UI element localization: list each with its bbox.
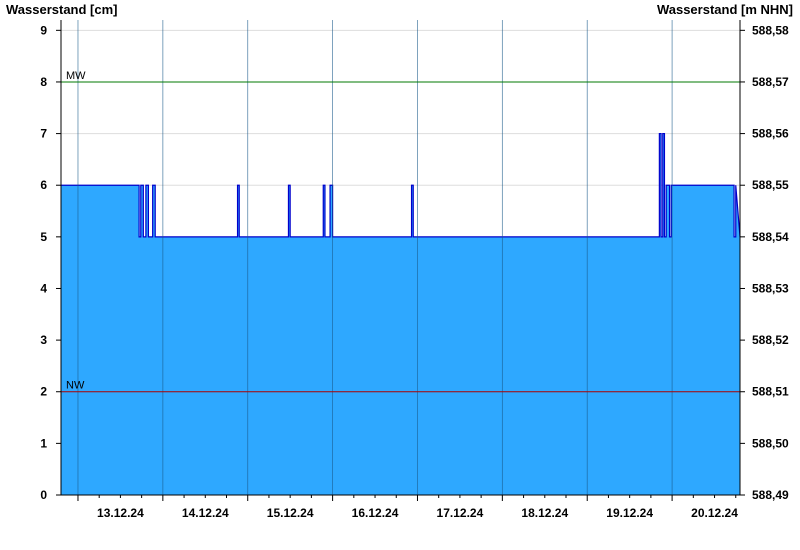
x-tick-label: 18.12.24 — [521, 506, 568, 520]
left-tick-label: 1 — [40, 436, 47, 450]
right-axis-title: Wasserstand [m NHN] — [657, 2, 793, 17]
left-tick-label: 8 — [40, 75, 47, 89]
left-tick-label: 9 — [40, 23, 47, 37]
x-tick-label: 13.12.24 — [97, 506, 144, 520]
right-tick-label: 588,51 — [752, 385, 789, 399]
right-tick-label: 588,57 — [752, 75, 789, 89]
right-tick-label: 588,49 — [752, 488, 789, 502]
x-tick-label: 15.12.24 — [267, 506, 314, 520]
left-tick-label: 0 — [40, 488, 47, 502]
right-tick-label: 588,54 — [752, 230, 789, 244]
left-axis-title: Wasserstand [cm] — [6, 2, 118, 17]
reference-label-mw: MW — [66, 70, 86, 82]
right-tick-label: 588,52 — [752, 333, 789, 347]
right-tick-label: 588,50 — [752, 436, 789, 450]
left-tick-label: 2 — [40, 385, 47, 399]
x-tick-label: 19.12.24 — [606, 506, 653, 520]
right-tick-label: 588,53 — [752, 281, 789, 295]
x-tick-label: 20.12.24 — [691, 506, 738, 520]
water-level-chart: Wasserstand [cm] Wasserstand [m NHN] MW N… — [6, 2, 793, 520]
right-tick-label: 588,56 — [752, 127, 789, 141]
left-tick-label: 4 — [40, 281, 47, 295]
left-tick-label: 3 — [40, 333, 47, 347]
x-tick-label: 17.12.24 — [437, 506, 484, 520]
left-tick-label: 7 — [40, 127, 47, 141]
left-tick-label: 5 — [40, 230, 47, 244]
reference-label-nw: NW — [66, 380, 85, 392]
left-tick-label: 6 — [40, 178, 47, 192]
x-tick-label: 14.12.24 — [182, 506, 229, 520]
x-tick-label: 16.12.24 — [352, 506, 399, 520]
right-tick-label: 588,58 — [752, 23, 789, 37]
right-tick-label: 588,55 — [752, 178, 789, 192]
